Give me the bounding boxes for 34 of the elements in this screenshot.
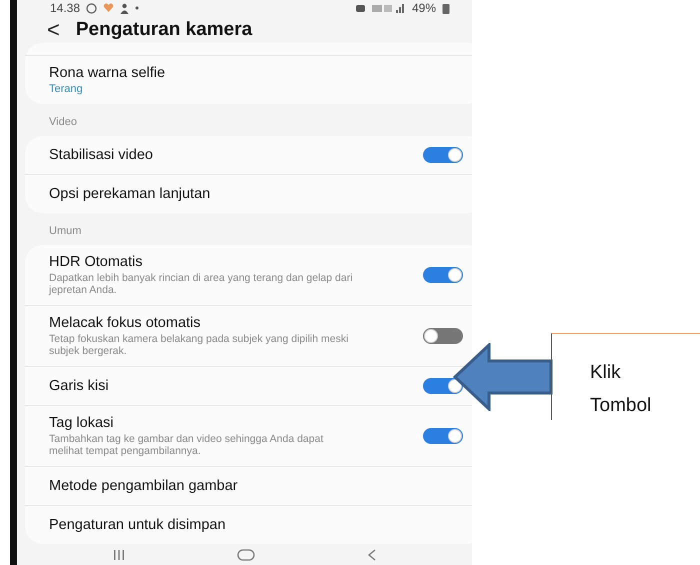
setting-title[interactable]: Metode pengambilan gambar bbox=[49, 478, 423, 494]
status-time: 14.38 bbox=[50, 1, 80, 16]
back-icon[interactable] bbox=[368, 548, 376, 561]
setting-title[interactable]: Opsi perekaman lanjutan bbox=[49, 186, 423, 202]
setting-title[interactable]: HDR Otomatis bbox=[49, 254, 383, 270]
callout-text: Tombol bbox=[590, 394, 652, 418]
battery-percentage: 49% bbox=[412, 1, 436, 16]
recent-apps-icon[interactable] bbox=[113, 550, 126, 560]
battery-icon bbox=[442, 2, 450, 14]
setting-value: Terang bbox=[49, 83, 84, 96]
screen-title: Pengaturan kamera bbox=[76, 19, 252, 42]
signal-icon bbox=[372, 3, 406, 14]
toggle-switch[interactable] bbox=[423, 267, 463, 284]
setting-title[interactable]: Stabilisasi video bbox=[49, 147, 383, 164]
person-icon bbox=[120, 2, 130, 14]
callout-text: Klik bbox=[590, 361, 622, 385]
setting-title[interactable]: Melacak fokus otomatis bbox=[49, 315, 383, 332]
setting-description: Dapatkan lebih banyak rincian di area yang terang dan gelap dari jepretan Anda. bbox=[49, 272, 354, 296]
toggle-switch[interactable] bbox=[423, 428, 463, 444]
setting-title[interactable]: Tag lokasi bbox=[49, 415, 383, 432]
setting-title[interactable]: Pengaturan untuk disimpan bbox=[49, 517, 423, 534]
section-header: Umum bbox=[48, 224, 82, 240]
heart-icon bbox=[103, 3, 114, 14]
home-icon[interactable] bbox=[237, 548, 256, 561]
toggle-switch[interactable] bbox=[423, 378, 463, 394]
dot-icon bbox=[135, 6, 140, 10]
setting-title[interactable]: Rona warna selfie bbox=[49, 65, 423, 82]
setting-description: Tetap fokuskan kamera belakang pada subjek yang dipilih meski subjek bergerak. bbox=[49, 333, 350, 358]
toggle-switch[interactable] bbox=[423, 147, 463, 164]
back-button[interactable]: < bbox=[47, 17, 60, 44]
setting-title[interactable]: Garis kisi bbox=[49, 378, 383, 394]
section-header: Video bbox=[48, 115, 78, 130]
setting-description: Tambahkan tag ke gambar dan video sehingga Anda dapat melihat tempat pengambilannya. bbox=[49, 433, 324, 458]
toggle-switch[interactable] bbox=[423, 328, 463, 344]
